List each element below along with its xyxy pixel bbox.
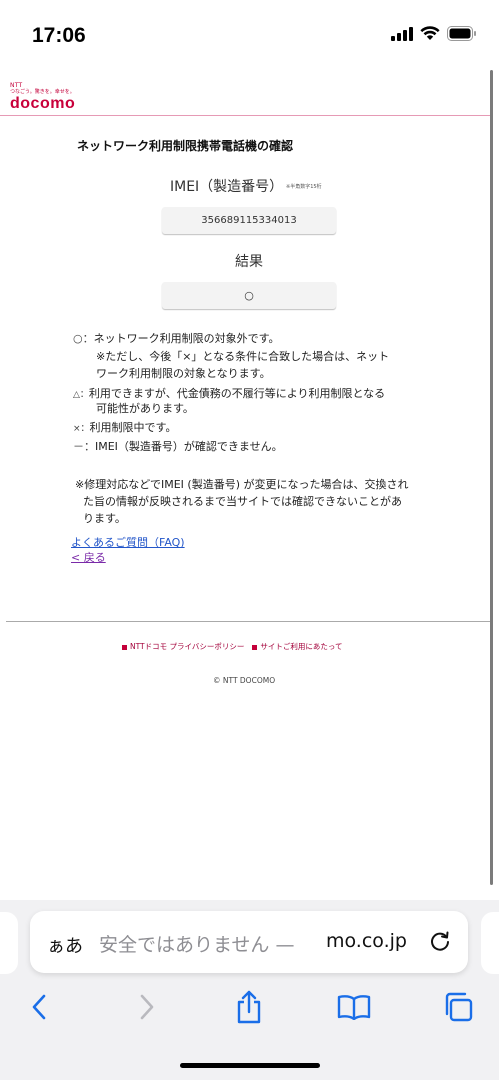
next-tab-preview[interactable] — [481, 912, 499, 974]
wifi-icon — [420, 26, 440, 40]
result-value-field: ○ — [162, 282, 336, 309]
page-settings-button[interactable]: ぁあ — [47, 932, 83, 958]
book-icon — [337, 995, 371, 1020]
bullet-icon — [252, 644, 258, 650]
chevron-right-icon — [140, 994, 154, 1020]
previous-tab-preview[interactable] — [0, 912, 18, 974]
legend-text: ワーク利用制限の対象となります。 — [96, 367, 271, 380]
legend-row: ×：利用制限中です。 — [73, 419, 176, 438]
forward-button[interactable] — [125, 985, 169, 1029]
browser-toolbar — [0, 985, 499, 1030]
legend-row: ※ただし、今後「×」となる条件に合致した場合は、ネット — [96, 348, 389, 365]
imei-note: ※半角数字15桁 — [286, 184, 322, 190]
legend-row: －：IMEI（製造番号）が確認できません。 — [73, 438, 283, 455]
bullet-icon — [122, 644, 127, 650]
legend-text: 利用制限中です。 — [89, 421, 177, 434]
site-terms-label: サイトご利用にあたって — [260, 642, 343, 651]
logo-wordmark: docomo — [10, 95, 76, 112]
page-title: ネットワーク利用制限携帯電話機の確認 — [77, 139, 294, 153]
back-link[interactable]: < 戻る — [71, 549, 106, 565]
status-bar: 17:06 — [0, 0, 499, 72]
bookmarks-button[interactable] — [332, 985, 376, 1029]
legend-text: 可能性があります。 — [96, 402, 194, 415]
status-icons — [391, 26, 477, 41]
chevron-left-icon — [32, 994, 46, 1020]
share-button[interactable] — [227, 985, 271, 1029]
security-warning-text: 安全ではありません — — [99, 934, 295, 956]
legend-symbol: －： — [73, 440, 95, 453]
scrollbar[interactable] — [490, 70, 493, 885]
footer-divider — [6, 621, 491, 622]
footer-links: NTTドコモ プライバシーポリシー サイトご利用にあたって — [122, 641, 343, 652]
footnote-line: ります。 — [83, 512, 126, 525]
tabs-icon — [445, 992, 473, 1022]
home-indicator[interactable] — [180, 1063, 320, 1068]
legend-text: ※ただし、今後「×」となる条件に合致した場合は、ネット — [96, 350, 390, 363]
imei-label: IMEI（製造番号） — [170, 179, 284, 195]
cellular-signal-icon — [391, 26, 413, 41]
copyright: © NTT DOCOMO — [213, 676, 276, 685]
result-label: 結果 — [235, 254, 263, 270]
footnote-line: た旨の情報が反映されるまで当サイトでは確認できないことがあ — [83, 495, 402, 508]
legend-symbol: ○： — [73, 332, 94, 345]
legend-text: ネットワーク利用制限の対象外です。 — [93, 332, 280, 345]
privacy-policy-link[interactable]: NTTドコモ プライバシーポリシー — [122, 641, 244, 652]
legend-symbol: ×： — [73, 424, 90, 434]
faq-link[interactable]: よくあるご質問（FAQ) — [71, 534, 185, 550]
footnote-line: ※修理対応などでIMEI (製造番号) が変更になった場合は、交換され — [75, 478, 409, 491]
logo-top-text: NTT — [10, 82, 23, 89]
tabs-button[interactable] — [436, 985, 480, 1029]
address-bar[interactable]: ぁあ 安全ではありません — mo.co.jp — [30, 911, 468, 973]
legend-symbol: △： — [73, 390, 89, 400]
share-icon — [237, 990, 261, 1024]
status-time: 17:06 — [32, 24, 86, 47]
header-divider — [0, 115, 491, 116]
legend-text: 利用できますが、代金債務の不履行等により利用制限となる — [88, 387, 386, 400]
privacy-policy-label: NTTドコモ プライバシーポリシー — [130, 642, 245, 651]
site-terms-link[interactable]: サイトご利用にあたって — [252, 641, 343, 652]
imei-value-field: 356689115334013 — [162, 207, 336, 234]
battery-icon — [447, 26, 476, 41]
footnote: ※修理対応などでIMEI (製造番号) が変更になった場合は、交換され た旨の情… — [75, 476, 435, 527]
back-button[interactable] — [17, 985, 61, 1029]
url-domain: mo.co.jp — [324, 930, 407, 952]
legend-text: IMEI（製造番号）が確認できません。 — [95, 440, 283, 453]
reload-icon[interactable] — [428, 929, 452, 953]
docomo-logo[interactable]: NTT つなごう。驚きを。幸せを。 docomo — [10, 82, 75, 113]
legend-row: ○：ネットワーク利用制限の対象外です。 — [73, 330, 280, 347]
legend-row: ワーク利用制限の対象となります。 — [96, 365, 271, 382]
legend-row: 可能性があります。 — [96, 400, 194, 417]
